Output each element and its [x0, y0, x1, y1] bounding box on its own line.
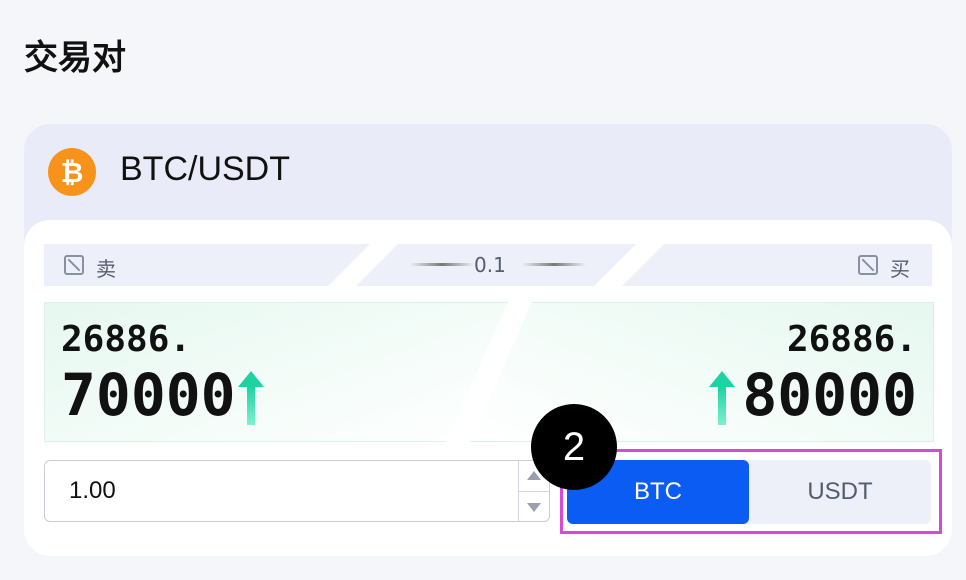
step-value: 0.1 [474, 253, 506, 277]
divider [519, 491, 549, 492]
unit-toggle[interactable]: BTC USDT [567, 460, 931, 524]
sell-header[interactable]: 卖 [44, 244, 370, 286]
quantity-value: 1.00 [69, 477, 116, 504]
pair-header[interactable]: ₿ BTC/USDT [24, 124, 952, 220]
step-badge: 2 [531, 404, 617, 490]
stepper-down-icon[interactable] [527, 503, 541, 512]
sell-label: 卖 [96, 257, 116, 281]
buy-price-main: 80000 [742, 361, 917, 429]
up-arrow-icon [709, 371, 735, 387]
buy-header[interactable]: 买 [622, 244, 932, 286]
buy-label: 买 [890, 257, 910, 281]
sell-price-top: 26886. [61, 319, 192, 360]
divider [522, 263, 586, 266]
up-arrow-stem [247, 387, 255, 425]
buy-arrow-icon [858, 255, 878, 275]
up-arrow-stem [718, 387, 726, 425]
sell-arrow-icon [64, 255, 84, 275]
up-arrow-icon [238, 371, 264, 387]
sell-price-main: 70000 [61, 361, 236, 429]
sell-price-box[interactable]: 26886. 70000 [44, 302, 508, 442]
quantity-input[interactable]: 1.00 [44, 460, 550, 522]
bitcoin-icon: ₿ [48, 148, 96, 196]
unit-usdt-button[interactable]: USDT [749, 460, 931, 524]
buy-price-top: 26886. [786, 319, 917, 360]
divider [410, 263, 474, 266]
page-title: 交易对 [24, 38, 126, 78]
step-selector[interactable]: 0.1 [356, 244, 636, 286]
pair-name: BTC/USDT [120, 150, 290, 188]
